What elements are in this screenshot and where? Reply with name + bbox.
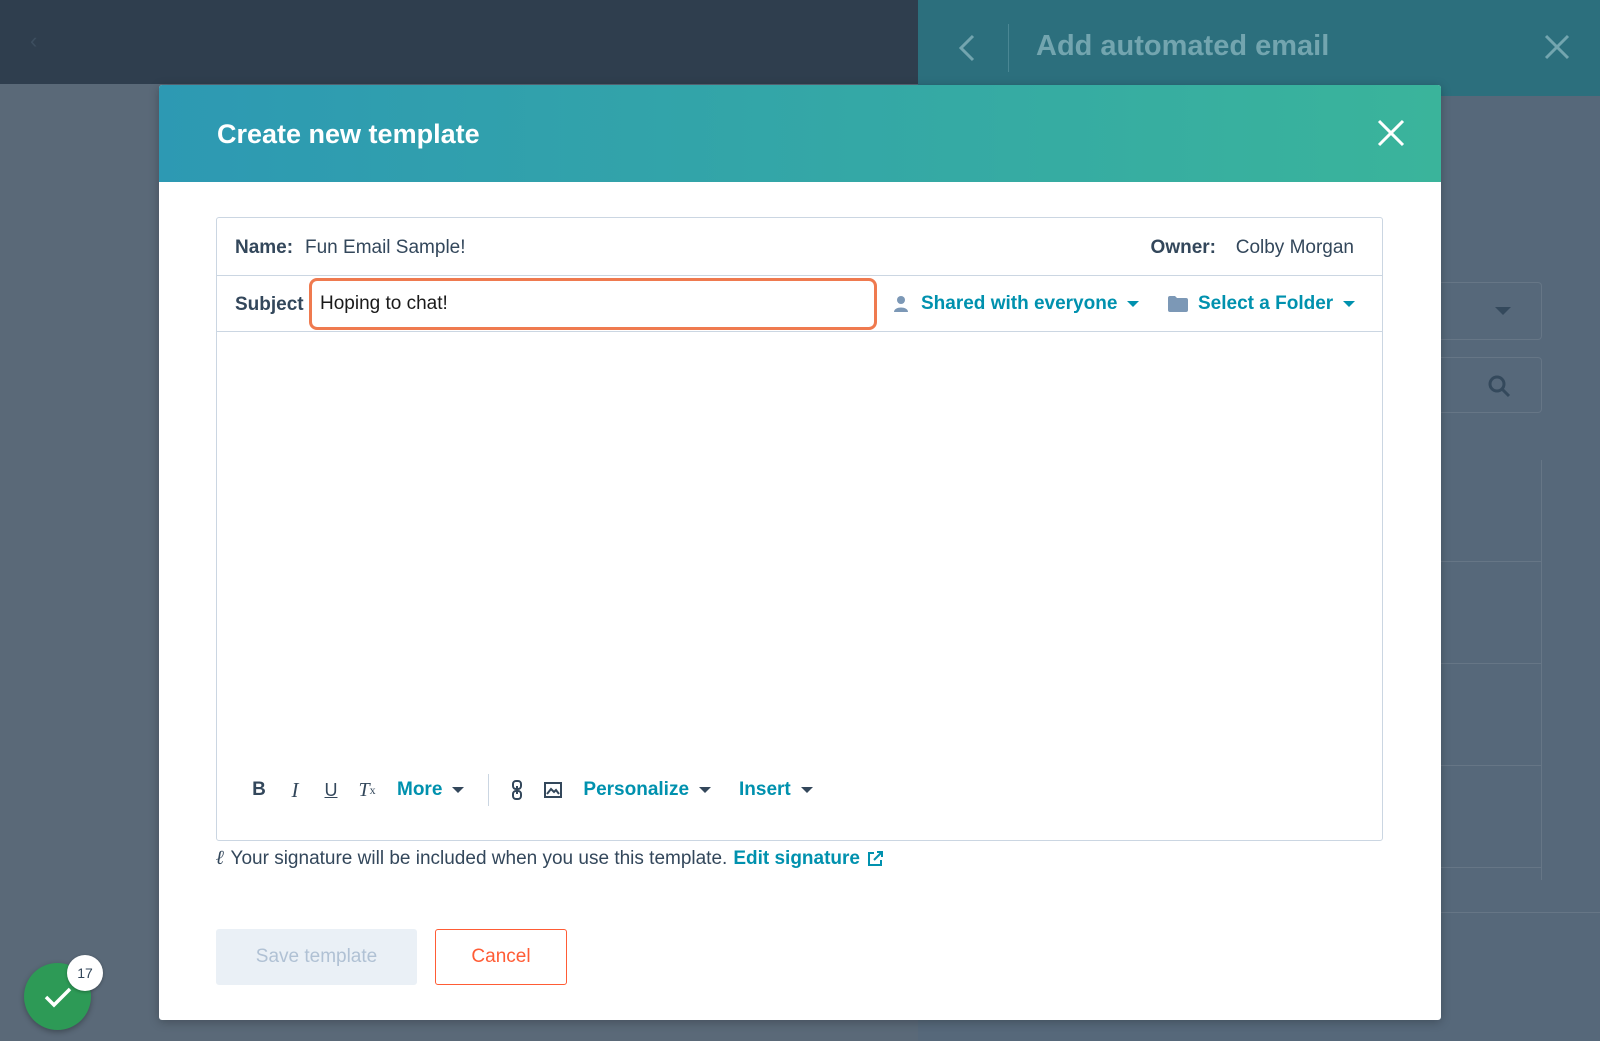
- name-label: Name:: [235, 237, 294, 258]
- folder-dropdown[interactable]: Select a Folder: [1168, 293, 1356, 315]
- owner-label: Owner:: [1150, 237, 1216, 258]
- image-icon: [544, 782, 563, 798]
- caret-down-icon: [699, 787, 712, 793]
- user-icon: [894, 296, 908, 312]
- create-template-modal: Create new template Name: Fun Email Samp…: [159, 85, 1441, 1020]
- edit-signature-link[interactable]: Edit signature: [733, 848, 884, 870]
- caret-down-icon: [800, 787, 813, 793]
- caret-down-icon: [452, 787, 465, 793]
- underline-button[interactable]: U: [313, 772, 349, 808]
- external-link-icon: [868, 850, 883, 866]
- notification-count-badge: 17: [67, 955, 103, 991]
- name-value[interactable]: Fun Email Sample!: [305, 237, 466, 259]
- background-close-icon: [1544, 34, 1570, 60]
- link-button[interactable]: [499, 772, 535, 808]
- modal-header: Create new template: [159, 85, 1441, 182]
- list-item: [1440, 562, 1541, 664]
- italic-button[interactable]: I: [277, 772, 313, 808]
- sharing-dropdown[interactable]: Shared with everyone: [893, 293, 1140, 315]
- clear-format-button[interactable]: Tx: [349, 772, 385, 808]
- sharing-label: Shared with everyone: [921, 293, 1118, 314]
- check-icon: [44, 987, 71, 1007]
- bold-button[interactable]: B: [241, 772, 277, 808]
- clear-format-icon: T: [358, 778, 370, 801]
- search-icon: [1488, 375, 1511, 398]
- signature-notice: ℓ Your signature will be included when y…: [216, 847, 884, 870]
- background-search-field: [1440, 357, 1542, 413]
- signature-icon: ℓ: [216, 847, 225, 869]
- insert-dropdown[interactable]: Insert: [739, 779, 813, 801]
- more-label: More: [397, 779, 443, 800]
- more-dropdown[interactable]: More: [397, 779, 465, 801]
- background-back-icon: ‹: [30, 28, 38, 53]
- background-divider: [1440, 912, 1600, 913]
- subject-input[interactable]: [309, 278, 877, 330]
- caret-down-icon: [1495, 307, 1511, 315]
- toolbar-divider: [488, 774, 490, 806]
- modal-title: Create new template: [217, 119, 480, 149]
- edit-signature-label: Edit signature: [733, 847, 860, 869]
- personalize-label: Personalize: [583, 779, 690, 800]
- chevron-left-icon: [958, 34, 975, 62]
- insert-label: Insert: [739, 779, 791, 800]
- personalize-dropdown[interactable]: Personalize: [583, 779, 712, 801]
- save-template-button[interactable]: Save template: [216, 929, 417, 985]
- list-item: [1440, 766, 1541, 868]
- subject-row: Subject Shared with everyone Select a Fo…: [217, 276, 1382, 332]
- image-button[interactable]: [535, 772, 571, 808]
- signature-text: Your signature will be included when you…: [230, 847, 728, 869]
- owner-value: Colby Morgan: [1235, 237, 1354, 258]
- caret-down-icon: [1343, 301, 1356, 307]
- background-list: [1440, 460, 1542, 880]
- formatting-toolbar: B I U Tx More Personalize Insert: [241, 770, 813, 810]
- template-editor: Name: Fun Email Sample! Owner: Colby Mor…: [216, 217, 1383, 841]
- link-icon: [512, 780, 523, 800]
- close-icon[interactable]: [1375, 117, 1407, 149]
- list-item: [1440, 460, 1541, 562]
- folder-label: Select a Folder: [1198, 293, 1334, 314]
- background-divider: [1008, 24, 1009, 72]
- list-item: [1440, 664, 1541, 766]
- email-body-editor[interactable]: [217, 332, 1382, 762]
- folder-icon: [1168, 296, 1188, 312]
- background-panel-title: Add automated email: [1036, 30, 1330, 62]
- cancel-button[interactable]: Cancel: [435, 929, 567, 985]
- subject-label: Subject: [235, 294, 304, 315]
- name-row: Name: Fun Email Sample! Owner: Colby Mor…: [217, 218, 1382, 276]
- background-top-bar: ‹: [0, 0, 918, 84]
- background-dropdown-field: [1440, 282, 1542, 340]
- caret-down-icon: [1127, 301, 1140, 307]
